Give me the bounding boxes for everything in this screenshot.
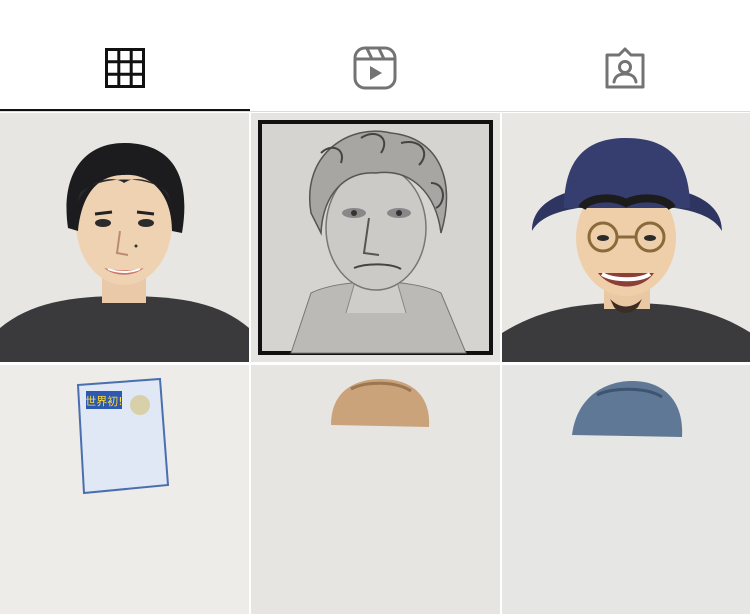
portrait-blue-image: [502, 365, 750, 614]
tab-divider: [0, 111, 750, 112]
posts-grid: 世界初!: [0, 113, 750, 614]
tab-reels[interactable]: [250, 0, 500, 113]
tagged-icon: [605, 47, 645, 89]
post-thumbnail[interactable]: [502, 113, 750, 362]
portrait-pencil-sketch-image: [251, 113, 500, 362]
post-thumbnail[interactable]: [251, 365, 500, 614]
post-thumbnail[interactable]: [0, 113, 249, 362]
package-text: 世界初!: [85, 394, 122, 408]
snack-package-image: 世界初!: [0, 365, 249, 614]
portrait-man-bucket-hat-image: [502, 113, 750, 362]
post-thumbnail[interactable]: 世界初!: [0, 365, 249, 614]
tab-posts-grid[interactable]: [0, 0, 250, 113]
reels-icon: [353, 46, 397, 90]
portrait-light-hair-image: [251, 365, 500, 614]
post-thumbnail[interactable]: [251, 113, 500, 362]
profile-tab-bar: [0, 0, 750, 113]
grid-icon: [105, 48, 145, 88]
tab-tagged[interactable]: [500, 0, 750, 113]
portrait-man-dark-hair-image: [0, 113, 249, 362]
post-thumbnail[interactable]: [502, 365, 750, 614]
